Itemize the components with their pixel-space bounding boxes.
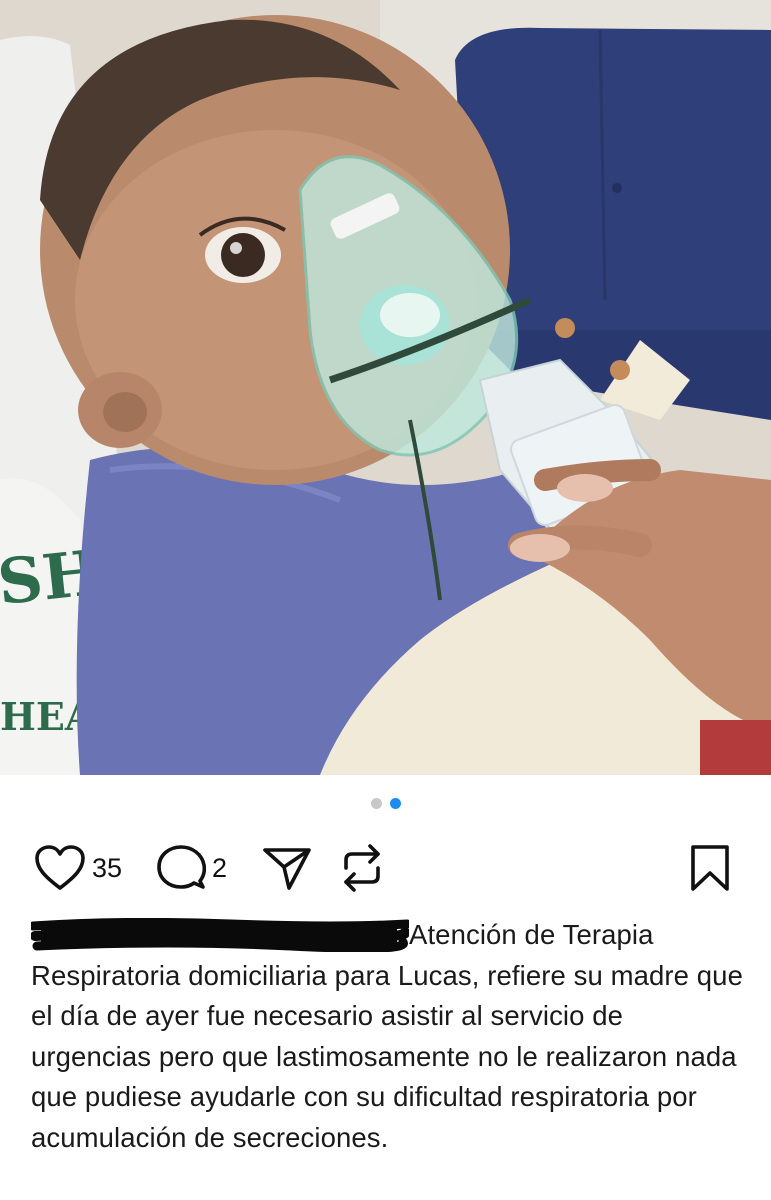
redacted-username[interactable] [31, 918, 409, 952]
carousel-indicator [0, 798, 771, 812]
share-button[interactable] [262, 838, 312, 898]
comment-bubble-icon [157, 845, 206, 889]
comment-count: 2 [212, 852, 228, 883]
carousel-dot-1[interactable] [370, 798, 382, 809]
send-icon [263, 848, 311, 890]
repost-button[interactable] [338, 838, 386, 898]
bookmark-icon [691, 845, 729, 891]
carousel-dot-2-active[interactable] [389, 798, 401, 809]
post-caption: Atención de Terapia Respiratoria domicil… [31, 915, 746, 1158]
like-count: 35 [92, 852, 123, 883]
heart-icon [35, 845, 85, 890]
post-photo[interactable]: SHE HEA [0, 0, 771, 775]
comment-button[interactable]: 2 [156, 838, 227, 898]
save-button[interactable] [688, 838, 732, 898]
post-photo-illustration: SHE HEA [0, 0, 771, 775]
like-button[interactable]: 35 [34, 838, 122, 898]
caption-text: Atención de Terapia Respiratoria domicil… [31, 919, 743, 1153]
post-action-bar: 35 2 [0, 838, 771, 898]
redaction-scribble [31, 918, 409, 952]
repost-icon [344, 844, 380, 892]
